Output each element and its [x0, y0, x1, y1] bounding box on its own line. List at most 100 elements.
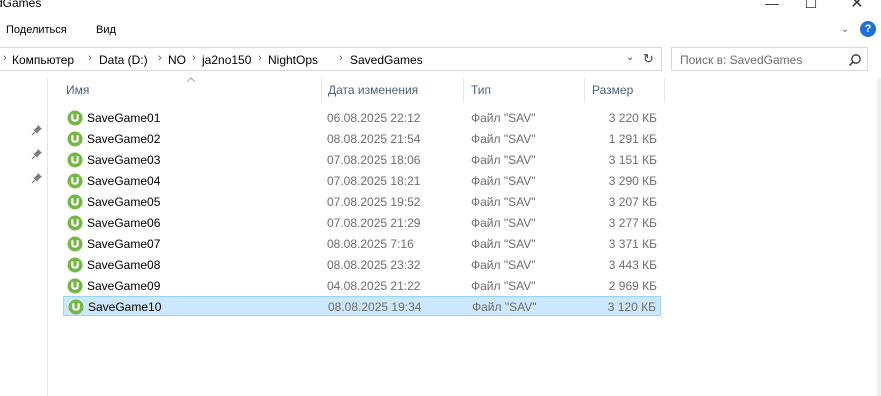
- tab-share[interactable]: Поделиться: [6, 24, 67, 36]
- column-header-size[interactable]: Размер: [592, 78, 633, 103]
- file-size: 3 220 КБ: [608, 111, 657, 125]
- column-divider[interactable]: [584, 78, 585, 103]
- column-divider[interactable]: [463, 78, 464, 103]
- file-row[interactable]: SaveGame05 07.08.2025 19:52 Файл "SAV" 3 20…: [63, 192, 661, 212]
- file-size: 2 969 КБ: [608, 279, 657, 293]
- search-icon[interactable]: [848, 53, 862, 67]
- breadcrumb-separator-icon[interactable]: ›: [258, 52, 262, 64]
- pin-icon[interactable]: [31, 172, 43, 184]
- minimize-button[interactable]: —: [757, 0, 787, 12]
- file-size: 3 120 КБ: [607, 300, 656, 314]
- file-type: Файл "SAV": [471, 258, 536, 272]
- file-name[interactable]: SaveGame04: [87, 174, 160, 188]
- file-row[interactable]: SaveGame09 04.08.2025 21:22 Файл "SAV" 2 96…: [63, 276, 661, 296]
- help-icon[interactable]: ?: [860, 21, 876, 37]
- maximize-button[interactable]: ☐: [796, 0, 826, 12]
- file-type: Файл "SAV": [472, 300, 537, 314]
- file-name[interactable]: SaveGame03: [87, 153, 160, 167]
- search-box[interactable]: Поиск в: SavedGames: [671, 47, 868, 71]
- breadcrumb-computer[interactable]: Компьютер: [12, 53, 74, 67]
- breadcrumb-separator-icon[interactable]: ›: [88, 52, 92, 64]
- file-size: 1 291 КБ: [608, 132, 657, 146]
- title-bar: dGames — ☐ ✕: [0, 0, 881, 16]
- ribbon-expand-icon[interactable]: ⌄: [838, 22, 852, 36]
- file-date: 08.08.2025 19:34: [328, 300, 422, 314]
- search-input[interactable]: Поиск в: SavedGames: [680, 53, 802, 67]
- file-name[interactable]: SaveGame08: [87, 258, 160, 272]
- file-row[interactable]: SaveGame04 07.08.2025 18:21 Файл "SAV" 3 29…: [63, 171, 661, 191]
- file-date: 08.08.2025 21:54: [327, 132, 421, 146]
- file-date: 07.08.2025 21:29: [327, 216, 421, 230]
- file-row[interactable]: SaveGame03 07.08.2025 18:06 Файл "SAV" 3 15…: [63, 150, 661, 170]
- file-row[interactable]: SaveGame02 08.08.2025 21:54 Файл "SAV" 1 29…: [63, 129, 661, 149]
- address-bar[interactable]: › Компьютер › Data (D:) › NO › ja2no150 …: [0, 47, 662, 71]
- file-name[interactable]: SaveGame06: [87, 216, 160, 230]
- breadcrumb-separator-icon[interactable]: ›: [339, 52, 343, 64]
- utorrent-icon: [67, 278, 83, 294]
- file-date: 08.08.2025 23:32: [327, 258, 421, 272]
- window-title: dGames: [0, 0, 42, 10]
- breadcrumb-drive[interactable]: Data (D:): [99, 53, 148, 67]
- utorrent-icon: [67, 257, 83, 273]
- utorrent-icon: [67, 110, 83, 126]
- file-size: 3 151 КБ: [608, 153, 657, 167]
- file-row[interactable]: SaveGame01 06.08.2025 22:12 Файл "SAV" 3 22…: [63, 108, 661, 128]
- utorrent-icon: [67, 194, 83, 210]
- file-size: 3 371 КБ: [608, 237, 657, 251]
- file-type: Файл "SAV": [471, 216, 536, 230]
- file-date: 07.08.2025 18:21: [327, 174, 421, 188]
- file-date: 06.08.2025 22:12: [327, 111, 421, 125]
- file-size: 3 277 КБ: [608, 216, 657, 230]
- navigation-pane: [0, 78, 48, 396]
- ribbon: Поделиться Вид ⌄: [0, 16, 881, 42]
- file-name[interactable]: SaveGame05: [87, 195, 160, 209]
- file-type: Файл "SAV": [471, 195, 536, 209]
- breadcrumb-no[interactable]: NO: [168, 53, 186, 67]
- column-header-date[interactable]: Дата изменения: [328, 78, 418, 103]
- column-header-type[interactable]: Тип: [471, 78, 491, 103]
- utorrent-icon: [67, 152, 83, 168]
- file-row[interactable]: SaveGame07 08.08.2025 7:16 Файл "SAV" 3 371…: [63, 234, 661, 254]
- file-type: Файл "SAV": [471, 279, 536, 293]
- breadcrumb-ja2no150[interactable]: ja2no150: [202, 53, 251, 67]
- pin-icon[interactable]: [31, 148, 43, 160]
- file-name[interactable]: SaveGame07: [87, 237, 160, 251]
- sort-ascending-icon: [187, 77, 195, 82]
- file-size: 3 207 КБ: [608, 195, 657, 209]
- file-name[interactable]: SaveGame09: [87, 279, 160, 293]
- file-date: 08.08.2025 7:16: [327, 237, 414, 251]
- breadcrumb-separator-icon[interactable]: ›: [192, 52, 196, 64]
- breadcrumb-separator-icon[interactable]: ›: [3, 52, 7, 64]
- breadcrumb-savedgames[interactable]: SavedGames: [350, 53, 423, 67]
- file-type: Файл "SAV": [471, 153, 536, 167]
- file-type: Файл "SAV": [471, 174, 536, 188]
- utorrent-icon: [67, 173, 83, 189]
- file-type: Файл "SAV": [471, 237, 536, 251]
- file-date: 07.08.2025 18:06: [327, 153, 421, 167]
- file-name[interactable]: SaveGame10: [88, 300, 161, 314]
- file-date: 07.08.2025 19:52: [327, 195, 421, 209]
- utorrent-icon: [67, 131, 83, 147]
- breadcrumb-separator-icon[interactable]: ›: [158, 52, 162, 64]
- file-name[interactable]: SaveGame01: [87, 111, 160, 125]
- utorrent-icon: [67, 236, 83, 252]
- utorrent-icon: [67, 215, 83, 231]
- refresh-icon[interactable]: ↻: [643, 51, 654, 67]
- column-divider[interactable]: [321, 78, 322, 103]
- tab-view[interactable]: Вид: [96, 24, 116, 36]
- breadcrumb-nightops[interactable]: NightOps: [268, 53, 318, 67]
- file-row[interactable]: SaveGame06 07.08.2025 21:29 Файл "SAV" 3 27…: [63, 213, 661, 233]
- file-row[interactable]: SaveGame08 08.08.2025 23:32 Файл "SAV" 3 44…: [63, 255, 661, 275]
- file-type: Файл "SAV": [471, 132, 536, 146]
- close-button[interactable]: ✕: [842, 0, 872, 12]
- utorrent-icon: [68, 299, 84, 315]
- file-size: 3 290 КБ: [608, 174, 657, 188]
- column-divider[interactable]: [664, 78, 665, 103]
- file-row[interactable]: SaveGame10 08.08.2025 19:34 Файл "SAV" 3 12…: [63, 296, 661, 316]
- file-name[interactable]: SaveGame02: [87, 132, 160, 146]
- pin-icon[interactable]: [31, 124, 43, 136]
- scrollbar-track[interactable]: [877, 78, 881, 396]
- address-dropdown-icon[interactable]: ⌄: [626, 52, 634, 63]
- column-header-name[interactable]: Имя: [66, 78, 89, 103]
- file-type: Файл "SAV": [471, 111, 536, 125]
